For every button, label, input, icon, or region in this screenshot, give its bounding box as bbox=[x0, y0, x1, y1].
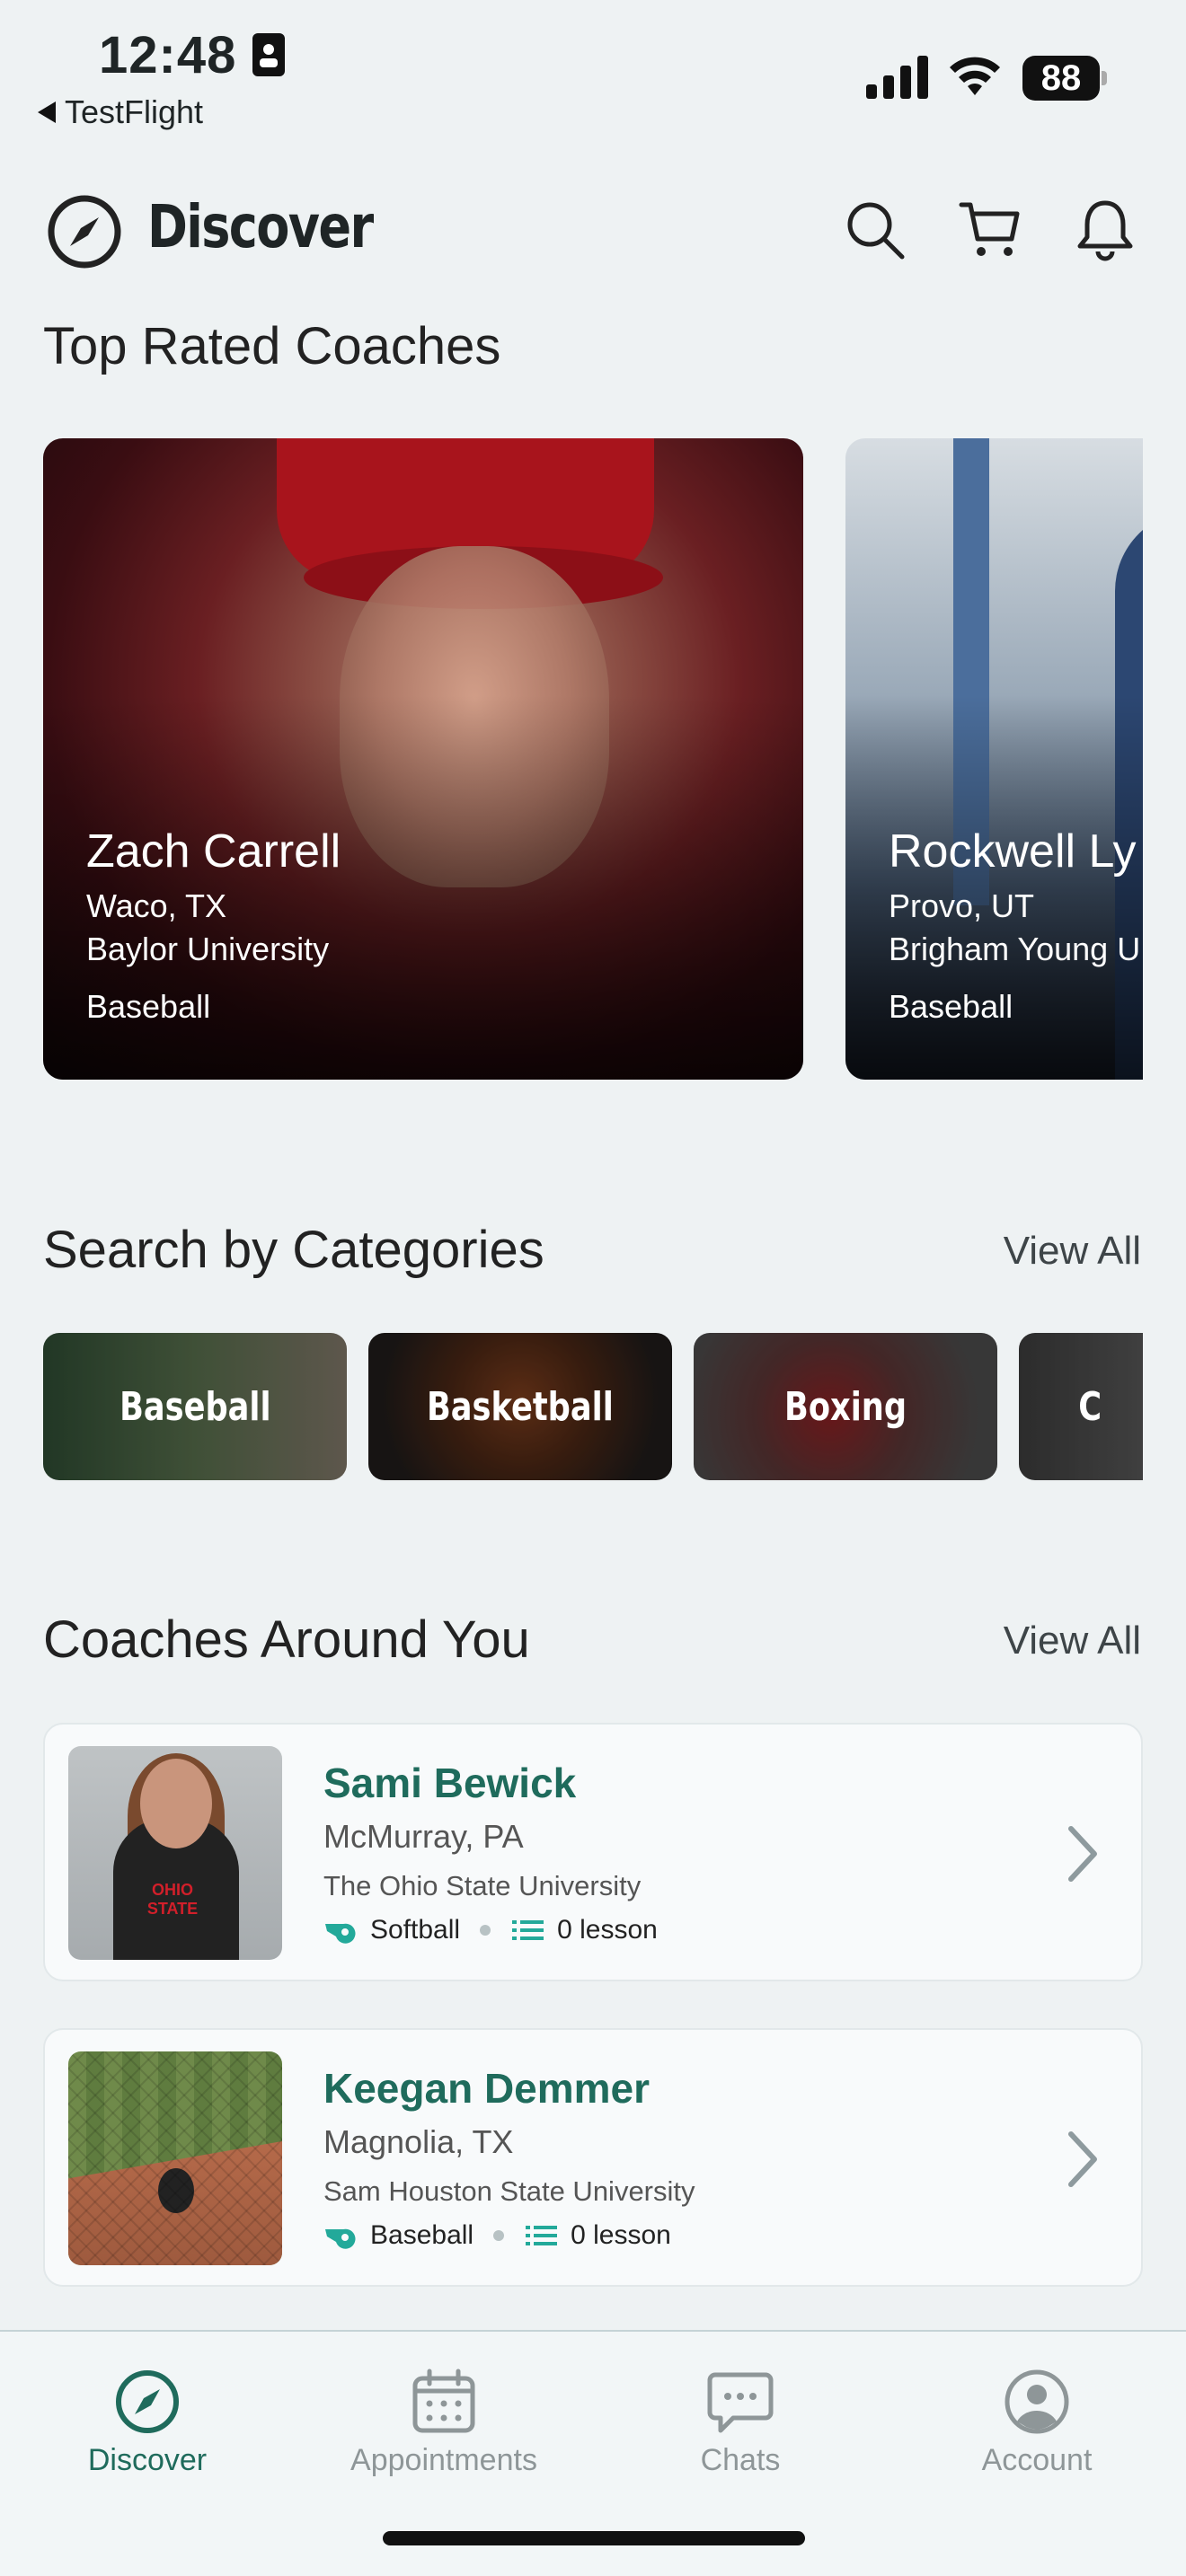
coach-school: Sam Houston State University bbox=[323, 2175, 695, 2207]
chat-bubble-icon bbox=[707, 2372, 774, 2433]
avatar-head bbox=[140, 1759, 212, 1848]
tab-appointments[interactable]: Appointments bbox=[309, 2368, 579, 2478]
notifications-button[interactable] bbox=[1069, 194, 1141, 266]
nearby-coach-card[interactable]: OHIO STATE Sami Bewick McMurray, PA The … bbox=[43, 1723, 1143, 1981]
compass-icon bbox=[48, 195, 121, 269]
user-icon bbox=[1005, 2369, 1069, 2434]
bell-icon bbox=[1077, 200, 1133, 261]
list-icon bbox=[526, 2226, 558, 2245]
back-triangle-icon bbox=[38, 101, 56, 123]
cart-button[interactable] bbox=[954, 194, 1026, 266]
battery-nub bbox=[1102, 71, 1107, 85]
coach-school: Brigham Young U bbox=[889, 931, 1141, 967]
coach-avatar: OHIO STATE bbox=[68, 1746, 282, 1960]
home-indicator bbox=[383, 2531, 805, 2545]
separator-dot bbox=[493, 2230, 505, 2241]
battery-indicator: 88 bbox=[1022, 56, 1107, 101]
categories-view-all-link[interactable]: View All bbox=[1004, 1229, 1141, 1274]
search-button[interactable] bbox=[839, 194, 911, 266]
nearby-view-all-link[interactable]: View All bbox=[1004, 1619, 1141, 1663]
coach-sport: Baseball bbox=[889, 988, 1013, 1025]
search-icon bbox=[847, 202, 905, 260]
top-rated-title: Top Rated Coaches bbox=[43, 317, 501, 375]
category-baseball[interactable]: Baseball bbox=[43, 1333, 347, 1480]
category-label: Basketball bbox=[427, 1383, 614, 1430]
coach-school: Baylor University bbox=[86, 931, 330, 967]
coach-school: The Ohio State University bbox=[323, 1870, 642, 1901]
category-label: C bbox=[1078, 1383, 1102, 1430]
cart-icon bbox=[959, 202, 1020, 256]
separator-dot bbox=[480, 1925, 491, 1936]
wifi-icon bbox=[950, 57, 1000, 95]
category-label: Baseball bbox=[119, 1383, 271, 1430]
status-bar: 12:48 TestFlight 88 bbox=[0, 0, 1186, 144]
whistle-icon bbox=[325, 2228, 356, 2249]
compass-icon bbox=[116, 2370, 179, 2433]
category-basketball[interactable]: Basketball bbox=[368, 1333, 672, 1480]
app-header: Discover bbox=[0, 180, 1186, 278]
tab-label: Appointments bbox=[350, 2443, 537, 2477]
category-boxing[interactable]: Boxing bbox=[694, 1333, 997, 1480]
cellular-signal-icon bbox=[866, 56, 928, 99]
top-rated-carousel[interactable]: Zach Carrell Waco, TX Baylor University … bbox=[43, 438, 1143, 1081]
coach-lessons: 0 lesson bbox=[557, 1915, 658, 1945]
categories-carousel[interactable]: Baseball Basketball Boxing C bbox=[43, 1333, 1143, 1480]
page-title: Discover bbox=[147, 192, 374, 261]
coach-location: McMurray, PA bbox=[323, 1818, 524, 1855]
tab-account[interactable]: Account bbox=[902, 2368, 1172, 2478]
chevron-right-icon bbox=[1068, 2131, 1097, 2187]
categories-title: Search by Categories bbox=[43, 1221, 544, 1279]
coach-name: Keegan Demmer bbox=[323, 2065, 651, 2112]
avatar-jersey-text: OHIO STATE bbox=[146, 1881, 199, 1918]
nearby-title: Coaches Around You bbox=[43, 1610, 530, 1669]
back-app-label: TestFlight bbox=[65, 93, 204, 130]
tab-discover[interactable]: Discover bbox=[13, 2368, 282, 2478]
coach-card[interactable]: Rockwell Ly Provo, UT Brigham Young U Ba… bbox=[845, 438, 1143, 1080]
category-partial[interactable]: C bbox=[1019, 1333, 1143, 1480]
back-to-app-link[interactable]: TestFlight bbox=[38, 93, 203, 131]
coach-meta: Baseball 0 lesson bbox=[323, 2220, 671, 2251]
battery-level: 88 bbox=[1022, 56, 1100, 101]
coach-name: Sami Bewick bbox=[323, 1760, 577, 1806]
nearby-coach-card[interactable]: Keegan Demmer Magnolia, TX Sam Houston S… bbox=[43, 2028, 1143, 2287]
coach-sport: Baseball bbox=[86, 988, 211, 1025]
tab-label: Chats bbox=[700, 2443, 781, 2477]
coach-name: Rockwell Ly bbox=[889, 825, 1137, 878]
coach-lessons: 0 lesson bbox=[571, 2220, 671, 2250]
avatar-net bbox=[68, 2051, 282, 2265]
coach-sport: Baseball bbox=[370, 2220, 474, 2250]
tab-label: Discover bbox=[87, 2443, 208, 2477]
chevron-right-icon bbox=[1068, 1826, 1097, 1882]
coach-avatar bbox=[68, 2051, 282, 2265]
coach-location: Magnolia, TX bbox=[323, 2123, 514, 2160]
coach-location: Provo, UT bbox=[889, 887, 1035, 924]
coach-sport: Softball bbox=[370, 1915, 461, 1945]
coach-name: Zach Carrell bbox=[86, 825, 341, 878]
tab-chats[interactable]: Chats bbox=[606, 2368, 875, 2478]
tab-label: Account bbox=[981, 2443, 1093, 2477]
list-icon bbox=[512, 1920, 544, 1940]
calendar-icon bbox=[412, 2369, 475, 2433]
coach-info: Zach Carrell Waco, TX Baylor University … bbox=[86, 825, 341, 1026]
whistle-icon bbox=[325, 1923, 356, 1944]
coach-meta: Softball 0 lesson bbox=[323, 1915, 658, 1945]
coach-info: Rockwell Ly Provo, UT Brigham Young U Ba… bbox=[889, 825, 1140, 1026]
status-time: 12:48 bbox=[99, 26, 237, 84]
coach-location: Waco, TX bbox=[86, 887, 227, 924]
id-card-icon bbox=[252, 33, 285, 76]
category-label: Boxing bbox=[783, 1383, 907, 1430]
coach-card[interactable]: Zach Carrell Waco, TX Baylor University … bbox=[43, 438, 803, 1080]
